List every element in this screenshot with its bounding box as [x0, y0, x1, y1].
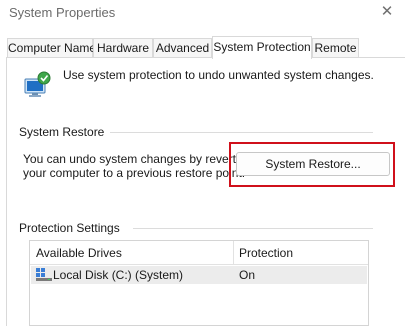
column-header-protection[interactable]: Protection — [239, 246, 293, 260]
protection-settings-group-label: Protection Settings — [19, 221, 123, 235]
system-restore-description: You can undo system changes by reverting… — [23, 152, 252, 180]
tab-remote[interactable]: Remote — [312, 38, 359, 58]
tab-hardware[interactable]: Hardware — [93, 38, 153, 58]
column-divider[interactable] — [233, 241, 234, 265]
list-header: Available Drives Protection — [30, 241, 368, 265]
system-restore-group-label: System Restore — [19, 125, 108, 139]
system-protection-shield-icon — [24, 71, 51, 97]
intro-text: Use system protection to undo unwanted s… — [63, 68, 374, 82]
window-title: System Properties — [9, 5, 116, 20]
drive-name: Local Disk (C:) (System) — [53, 268, 184, 282]
drive-protection-status: On — [239, 268, 256, 282]
title-bar: System Properties ✕ — [0, 0, 405, 30]
drive-icon — [36, 268, 52, 281]
system-properties-window: System Properties ✕ Computer Name Hardwa… — [0, 0, 405, 326]
system-restore-group-divider — [110, 132, 373, 133]
close-icon[interactable]: ✕ — [369, 0, 405, 28]
tab-advanced[interactable]: Advanced — [153, 38, 212, 58]
column-header-available-drives[interactable]: Available Drives — [36, 246, 122, 260]
system-restore-description-line1: You can undo system changes by reverting — [23, 152, 253, 166]
tab-strip: Computer Name Hardware Advanced System P… — [0, 36, 405, 59]
system-restore-highlight-box — [229, 142, 395, 187]
list-item[interactable]: Local Disk (C:) (System) On — [31, 266, 367, 284]
protection-settings-group-divider — [133, 228, 373, 229]
tab-system-protection[interactable]: System Protection — [212, 36, 312, 59]
available-drives-list[interactable]: Available Drives Protection Local Disk (… — [29, 240, 369, 326]
tab-computer-name[interactable]: Computer Name — [7, 38, 96, 58]
system-restore-description-line2: your computer to a previous restore poin… — [23, 166, 246, 180]
